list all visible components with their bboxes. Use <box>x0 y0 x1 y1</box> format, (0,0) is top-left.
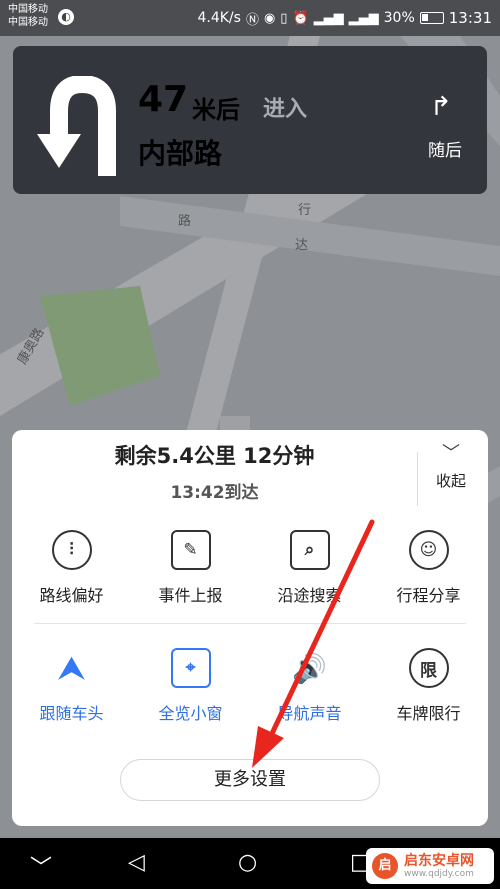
location-icon: ◉ <box>263 10 276 26</box>
globe-icon: ◐ <box>58 9 74 25</box>
map-label-road: 路 <box>178 214 192 229</box>
collapse-label: 收起 <box>435 472 466 490</box>
nav-unit: 米后 <box>192 96 240 124</box>
map-label-hang: 行 <box>298 203 312 218</box>
trip-share-label: 行程分享 <box>396 586 461 605</box>
divider <box>417 452 418 506</box>
speaker-icon: 🔊 <box>292 651 327 685</box>
nav-sound-button[interactable]: 🔊 导航声音 <box>250 648 369 748</box>
follow-heading-label: 跟随车头 <box>39 704 104 723</box>
route-preference-button[interactable]: ⫶ 路线偏好 <box>12 530 131 630</box>
watermark-title: 启东安卓网 <box>404 852 474 869</box>
event-report-button[interactable]: ✎ 事件上报 <box>131 530 250 630</box>
site-watermark: 启 启东安卓网 www.qdjdy.com <box>366 848 494 884</box>
status-bar: 中国移动 中国移动 ◐ 4.4K/s Ⓝ ◉ ▯ ⏰ ▂▄▆ ▂▄▆ 30% 1… <box>0 0 500 36</box>
network-speed: 4.4K/s <box>197 10 241 26</box>
route-preference-label: 路线偏好 <box>39 586 104 605</box>
search-along-route-label: 沿途搜索 <box>277 586 342 605</box>
nfc-icon: Ⓝ <box>245 12 259 28</box>
row-divider <box>34 623 466 624</box>
alarm-icon: ⏰ <box>292 10 309 26</box>
turn-right-icon: ↱ <box>430 92 452 122</box>
u-turn-icon <box>37 76 116 176</box>
share-icon: ☺ <box>408 530 449 570</box>
options-row-2: ⮝ 跟随车头 ⌖ 全览小窗 🔊 导航声音 限 车牌限行 <box>12 648 488 748</box>
nav-sound-label: 导航声音 <box>277 704 342 723</box>
nav-road-name: 内部路 <box>138 137 223 170</box>
chevron-down-icon: ﹀ <box>442 443 460 464</box>
arrival-time: 13:42到达 <box>170 483 259 503</box>
overview-map-icon: ⌖ <box>170 648 211 688</box>
next-turn-label: 随后 <box>428 141 462 161</box>
plate-restriction-button[interactable]: 限 车牌限行 <box>369 648 488 748</box>
carrier-2: 中国移动 <box>8 17 48 28</box>
signal-1-icon: ▂▄▆ <box>313 10 344 26</box>
collapse-button[interactable]: ﹀ 收起 <box>420 444 482 504</box>
battery-icon <box>419 12 444 24</box>
nav-action: 进入 <box>263 97 308 122</box>
sliders-icon: ⫶ <box>51 530 92 570</box>
watermark-logo: 启 <box>372 853 398 879</box>
event-report-label: 事件上报 <box>158 586 223 605</box>
signal-2-icon: ▂▄▆ <box>348 10 379 26</box>
carrier-1: 中国移动 <box>8 4 48 15</box>
home-button[interactable]: ○ <box>238 850 257 875</box>
hide-nav-button[interactable]: ﹀ <box>30 850 52 882</box>
restriction-icon: 限 <box>408 648 449 688</box>
overview-window-button[interactable]: ⌖ 全览小窗 <box>131 648 250 748</box>
navigation-panel: 剩余5.4公里 12分钟 13:42到达 ﹀ 收起 ⫶ 路线偏好 ✎ 事件上报 … <box>12 430 488 826</box>
overview-window-label: 全览小窗 <box>158 704 223 723</box>
map-search-icon: ⌕ <box>289 530 330 570</box>
more-settings-button[interactable]: 更多设置 <box>120 759 380 801</box>
remaining-distance-time: 剩余5.4公里 12分钟 <box>114 444 315 468</box>
trip-share-button[interactable]: ☺ 行程分享 <box>369 530 488 630</box>
back-button[interactable]: ◁ <box>128 850 145 875</box>
search-along-route-button[interactable]: ⌕ 沿途搜索 <box>250 530 369 630</box>
plate-restriction-label: 车牌限行 <box>396 704 461 723</box>
navigation-banner <box>13 46 487 194</box>
follow-heading-button[interactable]: ⮝ 跟随车头 <box>12 648 131 748</box>
clock: 13:31 <box>448 9 492 27</box>
vibrate-icon: ▯ <box>280 10 288 26</box>
watermark-url: www.qdjdy.com <box>404 868 474 879</box>
heading-arrow-icon: ⮝ <box>58 650 85 686</box>
nav-distance: 47 <box>138 79 189 120</box>
park-area <box>40 286 160 406</box>
map-label-da: 达 <box>295 238 309 253</box>
battery-percent: 30% <box>383 10 415 26</box>
report-icon: ✎ <box>170 530 211 570</box>
carrier-info: 中国移动 中国移动 <box>8 3 48 29</box>
options-row-1: ⫶ 路线偏好 ✎ 事件上报 ⌕ 沿途搜索 ☺ 行程分享 <box>12 530 488 630</box>
status-indicators: 4.4K/s Ⓝ ◉ ▯ ⏰ ▂▄▆ ▂▄▆ 30% 13:31 <box>197 8 492 28</box>
